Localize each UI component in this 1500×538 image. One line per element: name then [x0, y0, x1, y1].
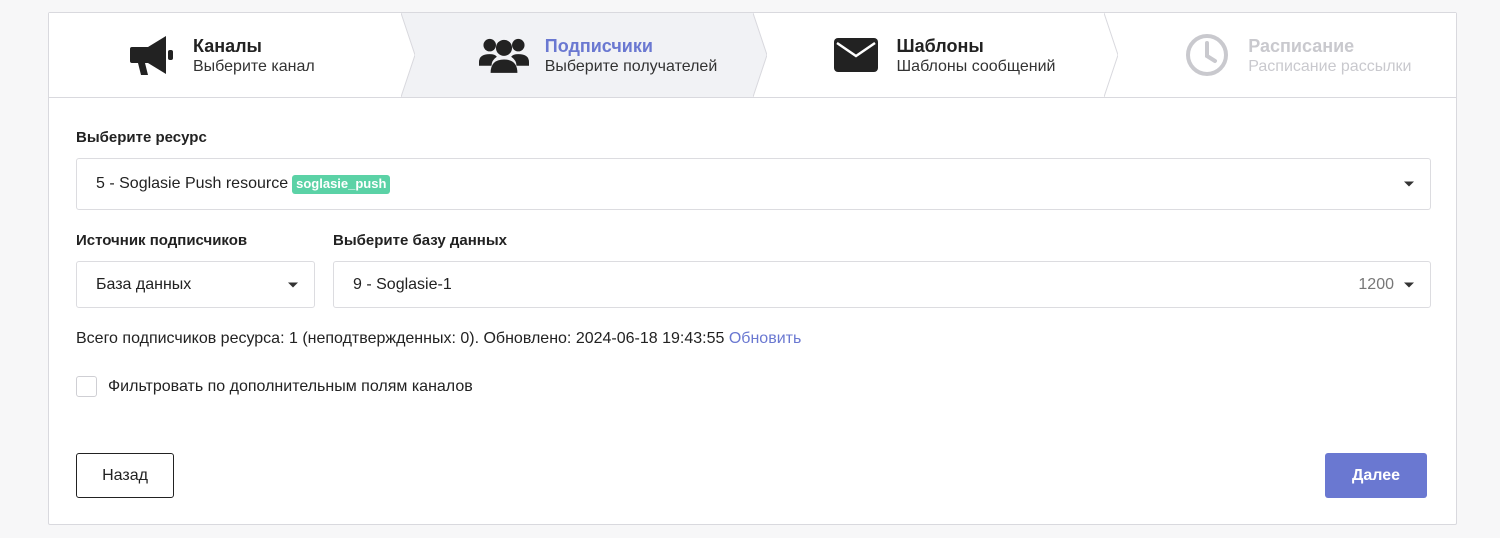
resource-select[interactable]: 5 - Soglasie Push resource soglasie_push — [76, 158, 1431, 210]
source-value: База данных — [96, 275, 192, 293]
step-title: Расписание — [1248, 36, 1355, 56]
chevron-down-icon — [1404, 282, 1414, 287]
step-title: Шаблоны — [896, 36, 984, 56]
step-channels[interactable]: Каналы Выберите канал — [49, 13, 415, 97]
source-select[interactable]: База данных — [76, 261, 315, 308]
users-icon — [478, 31, 529, 79]
step-desc: Шаблоны сообщений — [896, 58, 1056, 75]
chevron-down-icon — [1404, 181, 1414, 187]
step-schedule: Расписание Расписание рассылки — [1104, 13, 1456, 97]
database-label: Выберите базу данных — [333, 232, 508, 249]
step-title: Подписчики — [544, 36, 653, 56]
step-separator — [1104, 13, 1119, 97]
subscribers-info: Всего подписчиков ресурса: 1 (неподтверж… — [76, 330, 801, 348]
step-desc: Выберите получателей — [544, 58, 718, 75]
database-count: 1200 — [1358, 275, 1394, 293]
step-subscribers[interactable]: Подписчики Выберите получателей — [400, 13, 767, 97]
envelope-icon — [831, 31, 881, 79]
database-value: 9 - Soglasie-1 — [353, 275, 452, 293]
clock-icon — [1182, 31, 1232, 79]
filter-row[interactable]: Фильтровать по дополнительным полям кана… — [76, 376, 473, 397]
resource-tag: soglasie_push — [292, 174, 391, 194]
filter-checkbox[interactable] — [76, 376, 97, 397]
step-title: Каналы — [193, 36, 262, 56]
subscribers-info-text: Всего подписчиков ресурса: 1 (неподтверж… — [76, 330, 725, 347]
step-separator — [400, 13, 415, 97]
resource-label: Выберите ресурс — [76, 129, 207, 146]
database-select[interactable]: 9 - Soglasie-1 1200 — [333, 261, 1431, 308]
step-templates[interactable]: Шаблоны Шаблоны сообщений — [752, 13, 1119, 97]
step-separator — [752, 13, 767, 97]
next-button[interactable]: Далее — [1325, 453, 1427, 498]
steps-bar: Каналы Выберите канал Подписчики Выберит… — [49, 13, 1456, 98]
megaphone-icon — [127, 31, 177, 79]
filter-label[interactable]: Фильтровать по дополнительным полям кана… — [108, 378, 473, 396]
step-desc: Расписание рассылки — [1248, 58, 1412, 75]
source-label: Источник подписчиков — [76, 232, 248, 249]
refresh-link[interactable]: Обновить — [729, 330, 801, 347]
chevron-down-icon — [288, 282, 298, 287]
step-desc: Выберите канал — [193, 58, 315, 75]
back-button[interactable]: Назад — [76, 453, 174, 498]
wizard-card: Каналы Выберите канал Подписчики Выберит… — [48, 12, 1457, 525]
resource-value: 5 - Soglasie Push resource — [96, 175, 289, 192]
